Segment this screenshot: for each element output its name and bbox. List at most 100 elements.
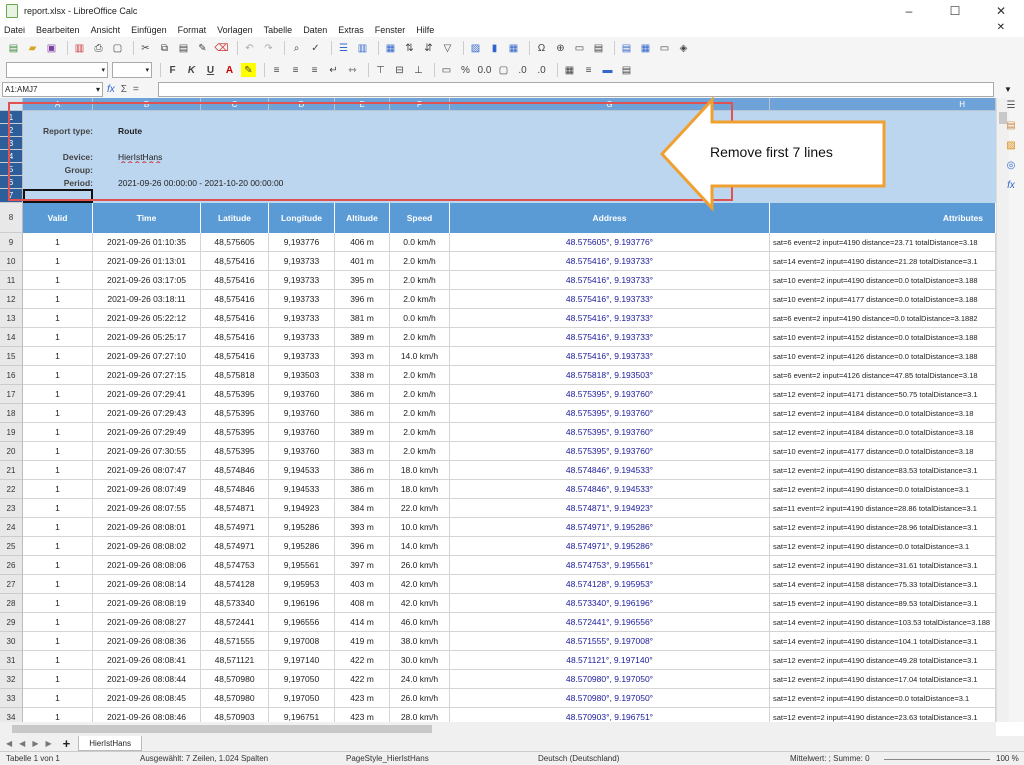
cell-latitude[interactable]: 48,575416 — [201, 328, 269, 347]
cell-latitude[interactable]: 48,572441 — [201, 613, 269, 632]
cell-address[interactable]: 48.574971°, 9.195286° — [450, 518, 770, 537]
cell-longitude[interactable]: 9,195953 — [269, 575, 335, 594]
align-bottom-icon[interactable]: ⊥ — [411, 63, 426, 77]
align-top-icon[interactable]: ⊤ — [373, 63, 388, 77]
row-header[interactable]: 24 — [0, 518, 23, 537]
undo-icon[interactable]: ↶ — [242, 41, 257, 55]
header-speed[interactable]: Speed — [390, 203, 450, 233]
cell-attributes[interactable]: sat=12 event=2 input=4190 distance=83.53… — [770, 461, 996, 480]
cell-time[interactable]: 2021-09-26 07:27:15 — [93, 366, 201, 385]
cell-longitude[interactable]: 9,193733 — [269, 252, 335, 271]
cell-speed[interactable]: 2.0 km/h — [390, 385, 450, 404]
status-sum[interactable]: Mittelwert: ; Summe: 0 — [790, 754, 870, 763]
cell-attributes[interactable]: sat=14 event=2 input=4190 distance=21.28… — [770, 252, 996, 271]
cell-valid[interactable]: 1 — [23, 233, 93, 252]
export-pdf-icon[interactable]: ▥ — [72, 41, 87, 55]
row-header[interactable]: 26 — [0, 556, 23, 575]
expand-formula-bar-icon[interactable]: ▼ — [994, 82, 1022, 97]
zoom-slider[interactable] — [884, 759, 990, 760]
cell-longitude[interactable]: 9,196196 — [269, 594, 335, 613]
cell-longitude[interactable]: 9,195561 — [269, 556, 335, 575]
cell-attributes[interactable]: sat=10 event=2 input=4126 distance=0.0 t… — [770, 347, 996, 366]
cell-time[interactable]: 2021-09-26 08:08:01 — [93, 518, 201, 537]
name-box[interactable]: A1:AMJ7 ▾ — [2, 82, 103, 97]
cell-longitude[interactable]: 9,193733 — [269, 328, 335, 347]
cell-valid[interactable]: 1 — [23, 613, 93, 632]
cell-valid[interactable]: 1 — [23, 271, 93, 290]
sheet-tab[interactable]: HierIstHans — [78, 736, 143, 751]
cell-altitude[interactable]: 414 m — [335, 613, 390, 632]
cell-valid[interactable]: 1 — [23, 594, 93, 613]
redo-icon[interactable]: ↷ — [261, 41, 276, 55]
cell-latitude[interactable]: 48,575416 — [201, 309, 269, 328]
properties-icon[interactable]: ☰ — [1004, 100, 1018, 114]
cell-altitude[interactable]: 386 m — [335, 385, 390, 404]
cell-latitude[interactable]: 48,574846 — [201, 461, 269, 480]
sort-ascending-icon[interactable]: ⇅ — [402, 41, 417, 55]
cell-valid[interactable]: 1 — [23, 423, 93, 442]
cell-longitude[interactable]: 9,193733 — [269, 290, 335, 309]
cell-address[interactable]: 48.575416°, 9.193733° — [450, 252, 770, 271]
highlight-color-icon[interactable]: ✎ — [241, 63, 256, 77]
row-header[interactable]: 32 — [0, 670, 23, 689]
cell-time[interactable]: 2021-09-26 05:25:17 — [93, 328, 201, 347]
cell-valid[interactable]: 1 — [23, 442, 93, 461]
cell-address[interactable]: 48.575395°, 9.193760° — [450, 423, 770, 442]
row-header[interactable]: 21 — [0, 461, 23, 480]
cell-valid[interactable]: 1 — [23, 670, 93, 689]
cell-time[interactable]: 2021-09-26 08:08:06 — [93, 556, 201, 575]
row-header[interactable]: 17 — [0, 385, 23, 404]
cell-attributes[interactable]: sat=12 event=2 input=4190 distance=28.96… — [770, 518, 996, 537]
cell-valid[interactable]: 1 — [23, 347, 93, 366]
cell-time[interactable]: 2021-09-26 08:08:36 — [93, 632, 201, 651]
cell-longitude[interactable]: 9,195286 — [269, 537, 335, 556]
row-header[interactable]: 27 — [0, 575, 23, 594]
minimize-button[interactable]: – — [886, 0, 932, 22]
cell-attributes[interactable]: sat=11 event=2 input=4190 distance=28.86… — [770, 499, 996, 518]
chevron-down-icon[interactable]: ▾ — [96, 85, 100, 94]
save-icon[interactable]: ▣ — [44, 41, 59, 55]
cell-attributes[interactable]: sat=10 event=2 input=4190 distance=0.0 t… — [770, 271, 996, 290]
cell-valid[interactable]: 1 — [23, 575, 93, 594]
cell-time[interactable]: 2021-09-26 07:27:10 — [93, 347, 201, 366]
cell-latitude[interactable]: 48,575605 — [201, 233, 269, 252]
menu-fenster[interactable]: Fenster — [375, 25, 406, 35]
header-latitude[interactable]: Latitude — [201, 203, 269, 233]
cell-valid[interactable]: 1 — [23, 328, 93, 347]
italic-icon[interactable]: K — [184, 63, 199, 77]
cell-address[interactable]: 48.575818°, 9.193503° — [450, 366, 770, 385]
cell-attributes[interactable]: sat=12 event=2 input=4190 distance=0.0 t… — [770, 480, 996, 499]
cell-altitude[interactable]: 422 m — [335, 651, 390, 670]
function-wizard-icon[interactable]: fx — [107, 84, 115, 95]
row-header[interactable]: 10 — [0, 252, 23, 271]
cell-longitude[interactable]: 9,193760 — [269, 423, 335, 442]
first-sheet-icon[interactable]: ◀ — [6, 739, 12, 748]
cell-longitude[interactable]: 9,193760 — [269, 442, 335, 461]
cell-address[interactable]: 48.573340°, 9.196196° — [450, 594, 770, 613]
cell-address[interactable]: 48.575416°, 9.193733° — [450, 347, 770, 366]
cell-time[interactable]: 2021-09-26 03:18:11 — [93, 290, 201, 309]
menu-ansicht[interactable]: Ansicht — [91, 25, 121, 35]
cell-speed[interactable]: 2.0 km/h — [390, 366, 450, 385]
cell-attributes[interactable]: sat=12 event=2 input=4190 distance=0.0 t… — [770, 689, 996, 708]
currency-format-icon[interactable]: ▭ — [439, 63, 454, 77]
cell-latitude[interactable]: 48,574753 — [201, 556, 269, 575]
close-button[interactable]: ✕ — [978, 0, 1024, 22]
menu-hilfe[interactable]: Hilfe — [416, 25, 434, 35]
cell-address[interactable]: 48.574753°, 9.195561° — [450, 556, 770, 575]
cell-latitude[interactable]: 48,575416 — [201, 347, 269, 366]
comment-icon[interactable]: ▭ — [572, 41, 587, 55]
cell-altitude[interactable]: 383 m — [335, 442, 390, 461]
cell-valid[interactable]: 1 — [23, 499, 93, 518]
menu-vorlagen[interactable]: Vorlagen — [217, 25, 253, 35]
cell-address[interactable]: 48.570980°, 9.197050° — [450, 670, 770, 689]
cell-altitude[interactable]: 419 m — [335, 632, 390, 651]
cell-latitude[interactable]: 48,575395 — [201, 442, 269, 461]
menu-daten[interactable]: Daten — [303, 25, 327, 35]
cell-altitude[interactable]: 423 m — [335, 689, 390, 708]
cell-longitude[interactable]: 9,195286 — [269, 518, 335, 537]
remove-decimal-icon[interactable]: .0 — [534, 63, 549, 77]
cell-latitude[interactable]: 48,570980 — [201, 670, 269, 689]
cell-time[interactable]: 2021-09-26 08:07:47 — [93, 461, 201, 480]
paste-icon[interactable]: ▤ — [176, 41, 191, 55]
